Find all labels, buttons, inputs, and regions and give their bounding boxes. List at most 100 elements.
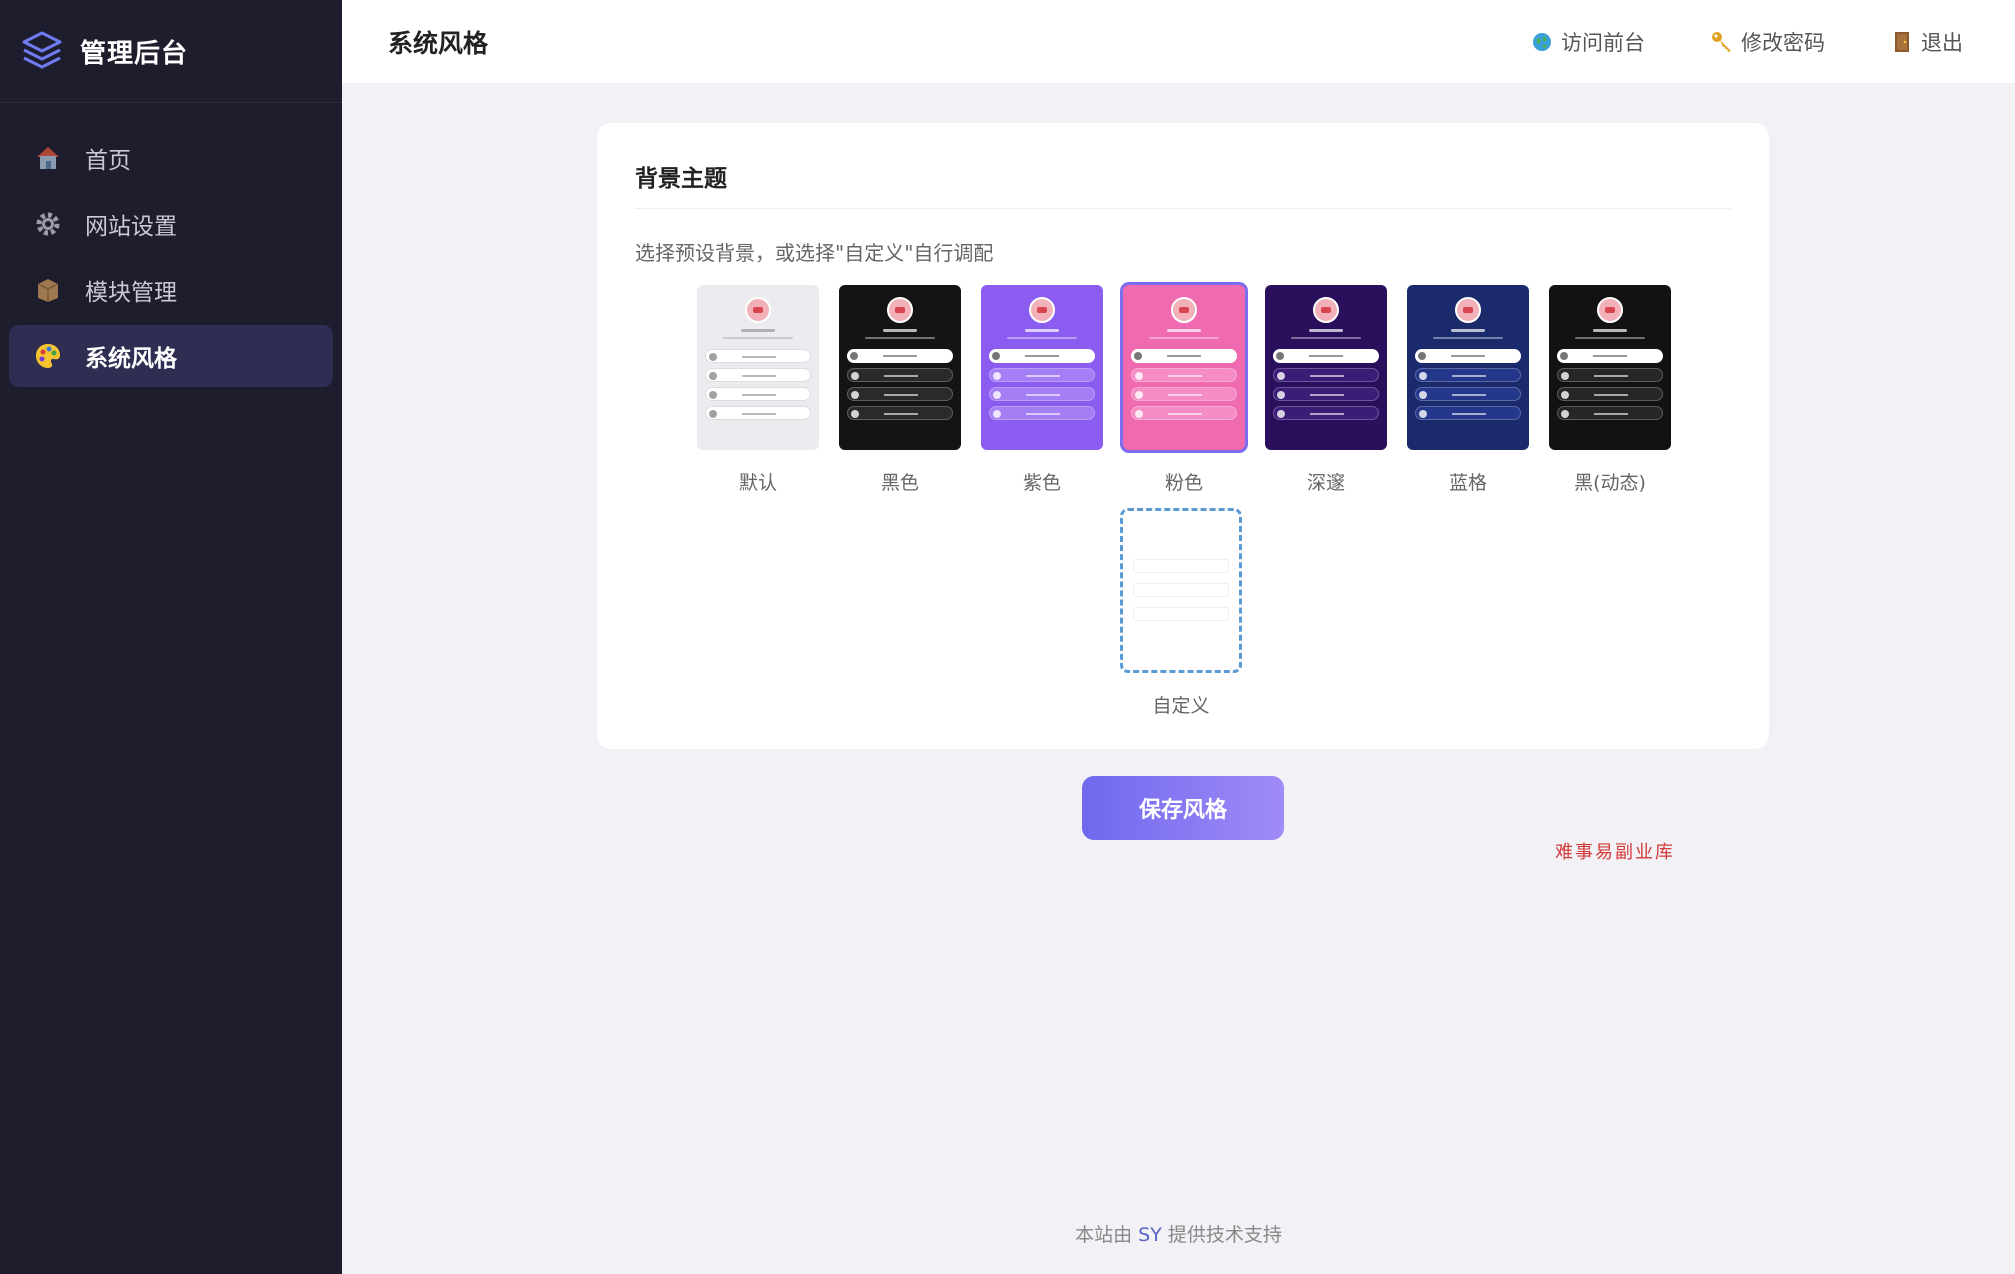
preview-row: [1557, 349, 1663, 363]
theme-option-custom[interactable]: 自定义: [1120, 508, 1242, 718]
preview-row: [847, 349, 953, 363]
preview-row: [1273, 349, 1379, 363]
preview-line: [1291, 337, 1361, 339]
preview-row: [1131, 387, 1237, 401]
watermark-text: 难事易副业库: [1555, 842, 1675, 863]
sidebar-item-site-settings[interactable]: 网站设置: [9, 193, 333, 255]
globe-icon: [1529, 29, 1555, 55]
theme-option[interactable]: 粉色: [1123, 285, 1245, 495]
preview-row: [1273, 368, 1379, 382]
footer-prefix: 本站由: [1075, 1224, 1139, 1246]
preview-row: [1415, 368, 1521, 382]
preview-row: [989, 387, 1095, 401]
preview-row: [705, 368, 811, 382]
preview-line: [1593, 329, 1627, 332]
divider: [635, 208, 1731, 209]
logout-link[interactable]: 退出: [1889, 27, 1963, 57]
preview-row: [705, 406, 811, 420]
preview-row: [847, 387, 953, 401]
preview-row: [847, 406, 953, 420]
theme-option[interactable]: 黑(动态): [1549, 285, 1671, 495]
preview-line: [1025, 329, 1059, 332]
theme-label: 自定义: [1152, 695, 1210, 717]
custom-theme-thumbnail: [1120, 508, 1242, 673]
palette-icon: [31, 339, 65, 373]
sidebar-item-label: 模块管理: [85, 280, 177, 306]
sidebar-item-home[interactable]: 首页: [9, 127, 333, 189]
preview-row: [847, 368, 953, 382]
avatar: [1455, 297, 1481, 323]
card-title: 背景主题: [635, 166, 727, 192]
gear-icon: [31, 207, 65, 241]
theme-option[interactable]: 蓝格: [1407, 285, 1529, 495]
house-icon: [31, 141, 65, 175]
app-title: 管理后台: [80, 38, 189, 69]
theme-option[interactable]: 默认: [697, 285, 819, 495]
preview-row: [705, 387, 811, 401]
theme-thumbnail: [1265, 285, 1387, 450]
sidebar-item-modules[interactable]: 模块管理: [9, 259, 333, 321]
preview-row: [989, 368, 1095, 382]
theme-thumbnail: [697, 285, 819, 450]
brand[interactable]: 管理后台: [0, 0, 342, 103]
preview-line: [1309, 329, 1343, 332]
preview-row: [1557, 368, 1663, 382]
visit-frontend-label: 访问前台: [1561, 30, 1645, 55]
theme-thumbnail: [839, 285, 961, 450]
card-description: 选择预设背景，或选择"自定义"自行调配: [635, 241, 994, 265]
save-style-button[interactable]: 保存风格: [1082, 776, 1284, 840]
preview-row: [1415, 387, 1521, 401]
theme-option[interactable]: 黑色: [839, 285, 961, 495]
preview-row: [1273, 387, 1379, 401]
preview-line: [1575, 337, 1645, 339]
footer: 本站由 SY 提供技术支持: [342, 1220, 2015, 1247]
footer-brand-link[interactable]: SY: [1138, 1224, 1162, 1246]
box-icon: [31, 273, 65, 307]
theme-label: 黑色: [880, 472, 919, 494]
avatar: [1171, 297, 1197, 323]
visit-frontend-link[interactable]: 访问前台: [1529, 27, 1645, 57]
preview-row: [1273, 406, 1379, 420]
avatar: [1597, 297, 1623, 323]
avatar: [745, 297, 771, 323]
preview-line: [741, 329, 775, 332]
avatar: [1313, 297, 1339, 323]
theme-card: 背景主题 选择预设背景，或选择"自定义"自行调配 默认 黑色 紫色 粉色 深邃 蓝格 黑(动…: [597, 123, 1769, 749]
header-actions: 访问前台 修改密码 退出: [1465, 0, 1963, 83]
sidebar-item-label: 系统风格: [85, 346, 177, 372]
page-title: 系统风格: [388, 28, 489, 58]
sidebar-item-system-style[interactable]: 系统风格: [9, 325, 333, 387]
theme-label: 粉色: [1164, 472, 1203, 494]
theme-label: 黑(动态): [1574, 472, 1646, 494]
top-header: 系统风格 访问前台 修改密码 退出: [342, 0, 2015, 83]
preview-row: [1131, 368, 1237, 382]
preview-row: [1131, 406, 1237, 420]
preview-line: [1451, 329, 1485, 332]
placeholder-bar: [1133, 607, 1229, 621]
door-icon: [1889, 29, 1915, 55]
change-password-label: 修改密码: [1741, 30, 1825, 55]
preview-line: [1167, 329, 1201, 332]
theme-label: 深邃: [1306, 472, 1345, 494]
placeholder-bar: [1133, 559, 1229, 573]
change-password-link[interactable]: 修改密码: [1709, 27, 1825, 57]
avatar: [887, 297, 913, 323]
theme-thumbnail: [981, 285, 1103, 450]
sidebar: 管理后台 首页 网站设置 模块管理 系统风格: [0, 0, 342, 1274]
preview-row: [989, 349, 1095, 363]
footer-suffix: 提供技术支持: [1161, 1224, 1282, 1246]
preview-row: [1415, 349, 1521, 363]
theme-thumbnail: [1549, 285, 1671, 450]
preview-row: [705, 349, 811, 363]
key-icon: [1709, 29, 1735, 55]
theme-option[interactable]: 紫色: [981, 285, 1103, 495]
layers-logo-icon: [22, 31, 62, 69]
theme-thumbnail: [1123, 285, 1245, 450]
theme-label: 蓝格: [1448, 472, 1487, 494]
preview-line: [1433, 337, 1503, 339]
theme-option[interactable]: 深邃: [1265, 285, 1387, 495]
placeholder-bar: [1133, 583, 1229, 597]
preview-line: [723, 337, 793, 339]
theme-thumbnail: [1407, 285, 1529, 450]
preview-row: [1557, 387, 1663, 401]
